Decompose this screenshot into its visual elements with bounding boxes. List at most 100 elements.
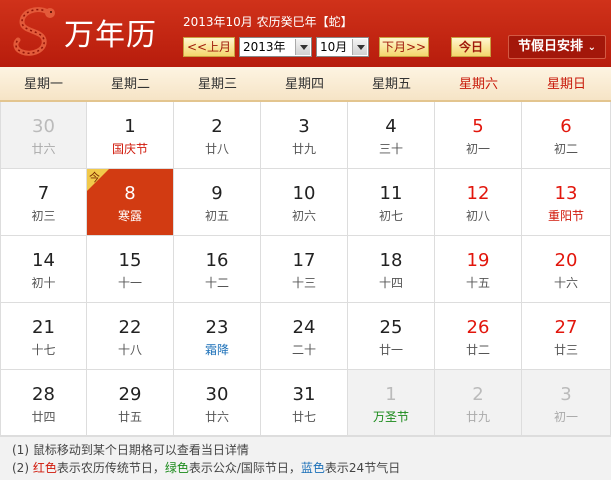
day-cell[interactable]: 16 十二 [174,236,261,303]
day-number: 1 [385,384,397,405]
holiday-schedule-button[interactable]: 节假日安排 ⌄ [508,35,606,59]
day-cell[interactable]: 23 霜降 [174,303,261,370]
lunar-date: 廿五 [117,410,142,424]
day-number: 7 [37,183,50,204]
lunar-date: 初一 [553,410,578,424]
next-month-button[interactable]: 下月>> [379,37,429,57]
lunar-date: 廿三 [553,343,578,357]
legend-red-word: 红色 [32,461,57,475]
lunar-date: 万圣节 [372,410,409,424]
day-number: 28 [32,384,55,405]
month-select[interactable]: 10月 [316,37,369,57]
day-cell-today[interactable]: 今 8 寒露 [87,169,174,236]
weekday-header: 星期一 星期二 星期三 星期四 星期五 星期六 星期日 [0,67,611,102]
lunar-date: 初三 [31,209,56,223]
day-number: 21 [32,317,55,338]
weekday-label: 星期日 [546,77,586,92]
day-cell[interactable]: 3 廿九 [261,102,348,169]
day-number: 30 [205,384,229,405]
lunar-date: 十二 [204,276,229,290]
day-number: 24 [292,317,316,338]
lunar-date: 霜降 [204,343,229,357]
chevron-down-icon: ⌄ [587,42,596,53]
day-number: 1 [124,116,136,137]
day-number: 20 [554,250,578,271]
day-cell[interactable]: 6 初二 [522,102,611,169]
day-cell[interactable]: 21 十七 [0,303,87,370]
legend-line-1: (1) 鼠标移动到某个日期格可以查看当日详情 [12,443,249,457]
weekday-label: 星期一 [23,77,63,92]
day-number: 26 [466,317,490,338]
day-number: 25 [379,317,403,338]
day-cell[interactable]: 22 十八 [87,303,174,370]
today-button[interactable]: 今日 [451,37,491,57]
day-cell[interactable]: 14 初十 [0,236,87,303]
day-cell[interactable]: 15 十一 [87,236,174,303]
lunar-date: 廿九 [465,410,490,424]
legend-line-2: (2) 红色表示农历传统节日，绿色表示公众/国际节日，蓝色表示24节气日 [12,459,611,477]
day-cell[interactable]: 3 初一 [522,370,611,436]
lunar-date: 廿一 [378,343,403,357]
legend-blue-text: 表示24节气日 [324,461,401,475]
day-cell[interactable]: 30 廿六 [0,102,87,169]
day-cell[interactable]: 31 廿七 [261,370,348,436]
chevron-down-icon [352,39,367,55]
day-number: 15 [118,250,142,271]
day-cell[interactable]: 19 十五 [435,236,522,303]
day-number: 31 [292,384,316,405]
lunar-date: 初五 [204,209,229,223]
day-cell[interactable]: 4 三十 [348,102,435,169]
lunar-date: 廿六 [31,142,56,156]
year-select-value: 2013年 [243,40,286,54]
day-cell[interactable]: 1 万圣节 [348,370,435,436]
lunar-date: 寒露 [117,209,142,223]
today-badge-label: 今 [89,171,100,184]
weekday-label: 星期五 [371,77,411,92]
legend-blue-word: 蓝色 [300,461,325,475]
day-cell[interactable]: 11 初七 [348,169,435,236]
day-cell[interactable]: 26 廿二 [435,303,522,370]
lunar-date: 十三 [291,276,316,290]
day-cell[interactable]: 29 廿五 [87,370,174,436]
day-number: 23 [205,317,229,338]
prev-month-button[interactable]: <<上月 [183,37,235,57]
day-cell[interactable]: 1 国庆节 [87,102,174,169]
day-cell[interactable]: 17 十三 [261,236,348,303]
day-cell[interactable]: 7 初三 [0,169,87,236]
calendar-header: 万年历 2013年10月 农历癸巳年【蛇】 <<上月 2013年 10月 下月>… [0,0,611,67]
day-cell[interactable]: 25 廿一 [348,303,435,370]
lunar-date: 国庆节 [111,142,148,156]
day-cell[interactable]: 2 廿九 [435,370,522,436]
holiday-schedule-label: 节假日安排 [518,39,584,54]
lunar-date: 二十 [291,343,316,357]
day-cell[interactable]: 18 十四 [348,236,435,303]
year-select[interactable]: 2013年 [239,37,312,57]
lunar-date: 重阳节 [547,209,584,223]
day-cell[interactable]: 9 初五 [174,169,261,236]
month-select-value: 10月 [320,40,348,54]
day-number: 14 [32,250,55,271]
day-cell[interactable]: 28 廿四 [0,370,87,436]
lunar-date: 初二 [553,142,578,156]
calendar-widget: 万年历 2013年10月 农历癸巳年【蛇】 <<上月 2013年 10月 下月>… [0,0,611,480]
day-cell[interactable]: 10 初六 [261,169,348,236]
day-cell[interactable]: 12 初八 [435,169,522,236]
day-number: 22 [118,317,142,338]
day-cell[interactable]: 20 十六 [522,236,611,303]
day-cell[interactable]: 5 初一 [435,102,522,169]
lunar-date: 廿二 [465,343,490,357]
lunar-date: 三十 [378,142,403,156]
lunar-date: 廿七 [291,410,316,424]
day-cell[interactable]: 27 廿三 [522,303,611,370]
day-cell[interactable]: 30 廿六 [174,370,261,436]
day-number: 27 [554,317,578,338]
chevron-down-icon [295,39,310,55]
legend-footer: (1) 鼠标移动到某个日期格可以查看当日详情 (2) 红色表示农历传统节日，绿色… [0,436,611,480]
calendar-grid: 30 廿六 1 国庆节 2 廿八 3 廿九 4 三十 5 初一 6 初二 7 初三 今 8 寒露 9 初五 10 初六 11 初… [0,102,611,436]
day-cell[interactable]: 2 廿八 [174,102,261,169]
month-subtitle: 2013年10月 农历癸巳年【蛇】 [183,15,353,29]
day-cell[interactable]: 24 二十 [261,303,348,370]
weekday-label: 星期三 [197,77,237,92]
day-cell[interactable]: 13 重阳节 [522,169,611,236]
lunar-date: 廿六 [204,410,229,424]
